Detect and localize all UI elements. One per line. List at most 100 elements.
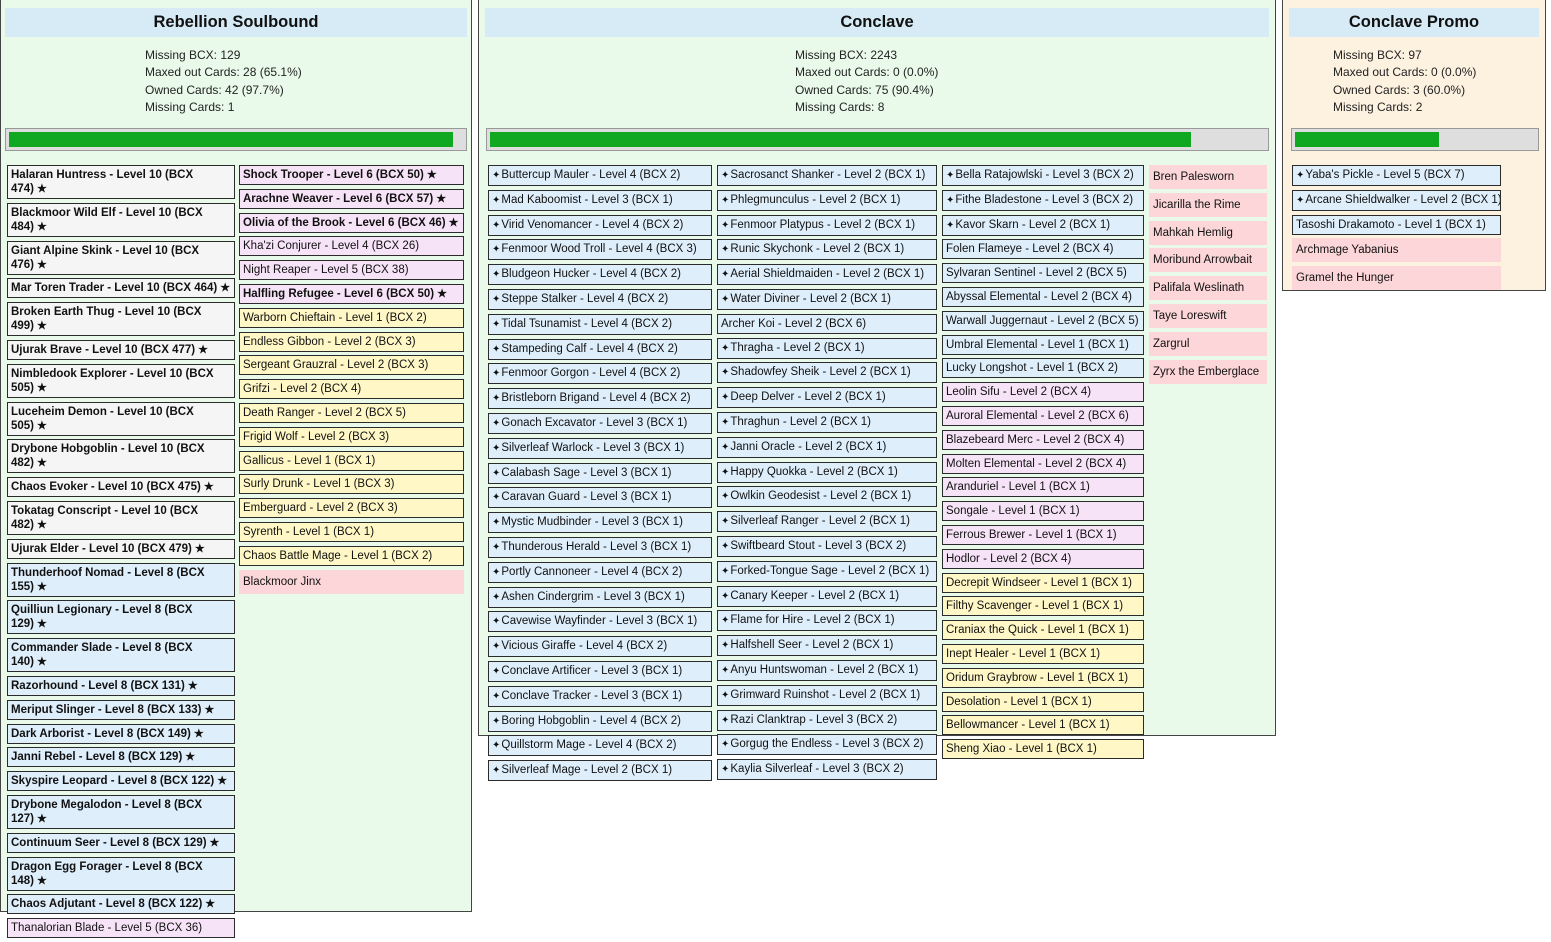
card-item[interactable]: Ferrous Brewer - Level 1 (BCX 1) — [942, 524, 1144, 545]
card-item[interactable]: Bellowmancer - Level 1 (BCX 1) — [942, 715, 1144, 736]
card-item[interactable]: Halfling Refugee - Level 6 (BCX 50) ★ — [239, 283, 464, 304]
card-item[interactable]: ✦Yaba's Pickle - Level 5 (BCX 7) — [1292, 165, 1501, 186]
card-item[interactable]: ✦Buttercup Mauler - Level 4 (BCX 2) — [488, 165, 712, 186]
card-item[interactable]: ✦Runic Skychonk - Level 2 (BCX 1) — [717, 239, 937, 261]
card-item[interactable]: Drybone Hobgoblin - Level 10 (BCX 482) ★ — [7, 439, 235, 474]
card-item[interactable]: Ujurak Brave - Level 10 (BCX 477) ★ — [7, 339, 235, 360]
missing-card-item[interactable]: Jicarilla the Rime — [1149, 192, 1267, 217]
card-item[interactable]: ✦Gonach Excavator - Level 3 (BCX 1) — [488, 412, 712, 434]
card-item[interactable]: Nimbledook Explorer - Level 10 (BCX 505)… — [7, 363, 235, 398]
card-item[interactable]: ✦Deep Delver - Level 2 (BCX 1) — [717, 387, 937, 409]
missing-card-item[interactable]: Bren Palesworn — [1149, 165, 1267, 189]
card-item[interactable]: ✦Mad Kaboomist - Level 3 (BCX 1) — [488, 189, 712, 211]
card-item[interactable]: Abyssal Elemental - Level 2 (BCX 4) — [942, 286, 1144, 307]
card-item[interactable]: ✦Canary Keeper - Level 2 (BCX 1) — [717, 585, 937, 607]
card-item[interactable]: Syrenth - Level 1 (BCX 1) — [239, 521, 464, 542]
card-item[interactable]: Kha'zi Conjurer - Level 4 (BCX 26) — [239, 236, 464, 257]
card-item[interactable]: Skyspire Leopard - Level 8 (BCX 122) ★ — [7, 771, 235, 792]
card-item[interactable]: Thanalorian Blade - Level 5 (BCX 36) — [7, 918, 235, 939]
card-item[interactable]: Razorhound - Level 8 (BCX 131) ★ — [7, 675, 235, 696]
card-item[interactable]: ✦Grimward Ruinshot - Level 2 (BCX 1) — [717, 684, 937, 706]
card-item[interactable]: Tokatag Conscript - Level 10 (BCX 482) ★ — [7, 500, 235, 535]
card-item[interactable]: Warwall Juggernaut - Level 2 (BCX 5) — [942, 310, 1144, 331]
missing-card-item[interactable]: Archmage Yabanius — [1292, 238, 1501, 263]
card-item[interactable]: Songale - Level 1 (BCX 1) — [942, 501, 1144, 522]
card-item[interactable]: Aranduriel - Level 1 (BCX 1) — [942, 477, 1144, 498]
card-item[interactable]: Ujurak Elder - Level 10 (BCX 479) ★ — [7, 538, 235, 559]
card-item[interactable]: ✦Janni Oracle - Level 2 (BCX 1) — [717, 436, 937, 458]
card-item[interactable]: Molten Elemental - Level 2 (BCX 4) — [942, 453, 1144, 474]
card-item[interactable]: ✦Sacrosanct Shanker - Level 2 (BCX 1) — [717, 165, 937, 186]
card-item[interactable]: ✦Kavor Skarn - Level 2 (BCX 1) — [942, 214, 1144, 236]
card-item[interactable]: Craniax the Quick - Level 1 (BCX 1) — [942, 620, 1144, 641]
card-item[interactable]: Grifzi - Level 2 (BCX 4) — [239, 379, 464, 400]
card-item[interactable]: Tasoshi Drakamoto - Level 1 (BCX 1) — [1292, 214, 1501, 235]
card-item[interactable]: Mar Toren Trader - Level 10 (BCX 464) ★ — [7, 278, 235, 299]
card-item[interactable]: ✦Swiftbeard Stout - Level 3 (BCX 2) — [717, 535, 937, 557]
card-item[interactable]: Hodlor - Level 2 (BCX 4) — [942, 548, 1144, 569]
missing-card-item[interactable]: Mahkah Hemlig — [1149, 220, 1267, 245]
card-item[interactable]: ✦Fenmoor Gorgon - Level 4 (BCX 2) — [488, 363, 712, 385]
card-item[interactable]: Frigid Wolf - Level 2 (BCX 3) — [239, 426, 464, 447]
card-item[interactable]: Lucky Longshot - Level 1 (BCX 2) — [942, 358, 1144, 379]
missing-card-item[interactable]: Gramel the Hunger — [1292, 266, 1501, 291]
card-item[interactable]: ✦Owlkin Geodesist - Level 2 (BCX 1) — [717, 486, 937, 508]
card-item[interactable]: Emberguard - Level 2 (BCX 3) — [239, 498, 464, 519]
card-item[interactable]: ✦Caravan Guard - Level 3 (BCX 1) — [488, 487, 712, 509]
card-item[interactable]: ✦Fenmoor Platypus - Level 2 (BCX 1) — [717, 214, 937, 236]
card-item[interactable]: Surly Drunk - Level 1 (BCX 3) — [239, 474, 464, 495]
card-item[interactable]: Chaos Battle Mage - Level 1 (BCX 2) — [239, 545, 464, 566]
card-item[interactable]: Oridum Graybrow - Level 1 (BCX 1) — [942, 667, 1144, 688]
card-item[interactable]: Desolation - Level 1 (BCX 1) — [942, 691, 1144, 712]
card-item[interactable]: Inept Healer - Level 1 (BCX 1) — [942, 643, 1144, 664]
card-item[interactable]: Endless Gibbon - Level 2 (BCX 3) — [239, 331, 464, 352]
card-item[interactable]: Leolin Sifu - Level 2 (BCX 4) — [942, 382, 1144, 403]
card-item[interactable]: Giant Alpine Skink - Level 10 (BCX 476) ★ — [7, 240, 235, 275]
card-item[interactable]: ✦Silverleaf Warlock - Level 3 (BCX 1) — [488, 437, 712, 459]
card-item[interactable]: ✦Thunderous Herald - Level 3 (BCX 1) — [488, 536, 712, 558]
card-item[interactable]: Chaos Adjutant - Level 8 (BCX 122) ★ — [7, 894, 235, 915]
card-item[interactable]: ✦Anyu Huntswoman - Level 2 (BCX 1) — [717, 659, 937, 681]
card-item[interactable]: ✦Phlegmunculus - Level 2 (BCX 1) — [717, 189, 937, 211]
card-item[interactable]: Luceheim Demon - Level 10 (BCX 505) ★ — [7, 401, 235, 436]
card-item[interactable]: ✦Water Diviner - Level 2 (BCX 1) — [717, 288, 937, 310]
card-item[interactable]: ✦Gorgug the Endless - Level 3 (BCX 2) — [717, 734, 937, 756]
card-item[interactable]: Commander Slade - Level 8 (BCX 140) ★ — [7, 638, 235, 673]
card-item[interactable]: Shock Trooper - Level 6 (BCX 50) ★ — [239, 165, 464, 185]
missing-card-item[interactable]: Blackmoor Jinx — [239, 569, 464, 594]
card-item[interactable]: ✦Kaylia Silverleaf - Level 3 (BCX 2) — [717, 759, 937, 781]
card-item[interactable]: ✦Stampeding Calf - Level 4 (BCX 2) — [488, 338, 712, 360]
card-item[interactable]: ✦Portly Cannoneer - Level 4 (BCX 2) — [488, 561, 712, 583]
card-item[interactable]: ✦Boring Hobgoblin - Level 4 (BCX 2) — [488, 710, 712, 732]
card-item[interactable]: Meriput Slinger - Level 8 (BCX 133) ★ — [7, 699, 235, 720]
missing-card-item[interactable]: Zargrul — [1149, 331, 1267, 356]
card-item[interactable]: Sheng Xiao - Level 1 (BCX 1) — [942, 739, 1144, 760]
card-item[interactable]: ✦Silverleaf Ranger - Level 2 (BCX 1) — [717, 511, 937, 533]
card-item[interactable]: ✦Fithe Bladestone - Level 3 (BCX 2) — [942, 189, 1144, 211]
missing-card-item[interactable]: Moribund Arrowbait — [1149, 248, 1267, 273]
card-item[interactable]: ✦Calabash Sage - Level 3 (BCX 1) — [488, 462, 712, 484]
missing-card-item[interactable]: Taye Loreswift — [1149, 303, 1267, 328]
card-item[interactable]: Archer Koi - Level 2 (BCX 6) — [717, 313, 937, 334]
card-item[interactable]: ✦Bludgeon Hucker - Level 4 (BCX 2) — [488, 264, 712, 286]
card-item[interactable]: Sergeant Grauzral - Level 2 (BCX 3) — [239, 355, 464, 376]
card-item[interactable]: ✦Conclave Tracker - Level 3 (BCX 1) — [488, 685, 712, 707]
card-item[interactable]: ✦Forked-Tongue Sage - Level 2 (BCX 1) — [717, 560, 937, 582]
card-item[interactable]: Continuum Seer - Level 8 (BCX 129) ★ — [7, 832, 235, 853]
card-item[interactable]: Olivia of the Brook - Level 6 (BCX 46) ★ — [239, 212, 464, 233]
card-item[interactable]: Auroral Elemental - Level 2 (BCX 6) — [942, 405, 1144, 426]
card-item[interactable]: Folen Flameye - Level 2 (BCX 4) — [942, 239, 1144, 260]
card-item[interactable]: Drybone Megalodon - Level 8 (BCX 127) ★ — [7, 794, 235, 829]
card-item[interactable]: ✦Halfshell Seer - Level 2 (BCX 1) — [717, 635, 937, 657]
card-item[interactable]: Dark Arborist - Level 8 (BCX 149) ★ — [7, 723, 235, 744]
card-item[interactable]: ✦Cavewise Wayfinder - Level 3 (BCX 1) — [488, 611, 712, 633]
card-item[interactable]: ✦Flame for Hire - Level 2 (BCX 1) — [717, 610, 937, 632]
card-item[interactable]: Death Ranger - Level 2 (BCX 5) — [239, 402, 464, 423]
card-item[interactable]: ✦Bella Ratajowlski - Level 3 (BCX 2) — [942, 165, 1144, 186]
card-item[interactable]: Sylvaran Sentinel - Level 2 (BCX 5) — [942, 263, 1144, 284]
card-item[interactable]: Blazebeard Merc - Level 2 (BCX 4) — [942, 429, 1144, 450]
card-item[interactable]: ✦Bristleborn Brigand - Level 4 (BCX 2) — [488, 388, 712, 410]
card-item[interactable]: ✦Thraghun - Level 2 (BCX 1) — [717, 411, 937, 433]
card-item[interactable]: ✦Virid Venomancer - Level 4 (BCX 2) — [488, 214, 712, 236]
card-item[interactable]: Janni Rebel - Level 8 (BCX 129) ★ — [7, 747, 235, 768]
